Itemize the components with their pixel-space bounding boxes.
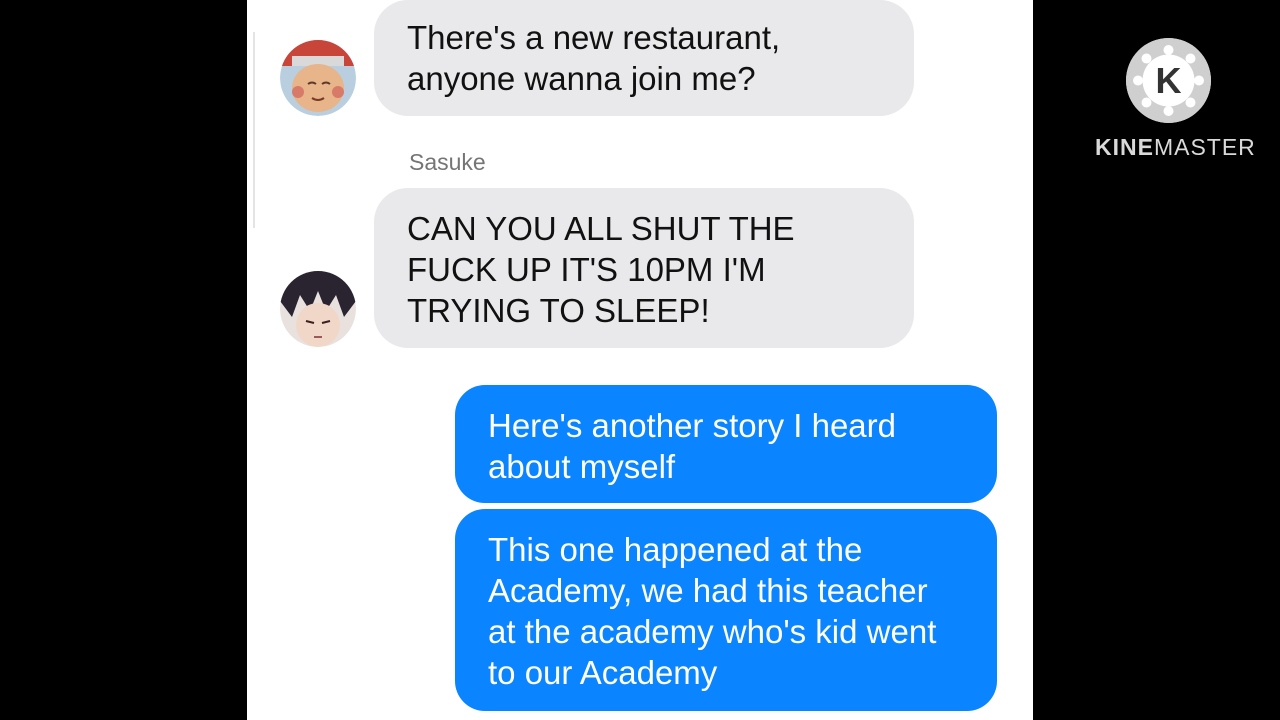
message-line: FUCK UP IT'S 10PM I'M [407, 251, 766, 288]
message-line: to our Academy [488, 654, 718, 691]
message-line: Here's another story I heard [488, 407, 897, 444]
watermark-text: KINEMASTER [1095, 134, 1256, 161]
watermark-brand-regular: MASTER [1153, 134, 1256, 160]
kinemaster-logo-icon: K [1126, 38, 1211, 123]
message-line: anyone wanna join me? [407, 60, 756, 97]
message-bubble-2[interactable]: CAN YOU ALL SHUT THE FUCK UP IT'S 10PM I… [374, 188, 914, 348]
avatar-sasuke[interactable] [280, 271, 356, 347]
watermark-brand-bold: KINE [1095, 134, 1154, 160]
message-line: CAN YOU ALL SHUT THE [407, 210, 795, 247]
choji-avatar-icon [280, 40, 356, 116]
message-bubble-3[interactable]: Here's another story I heard about mysel… [455, 385, 997, 503]
message-bubble-4[interactable]: This one happened at the Academy, we had… [455, 509, 997, 711]
sasuke-avatar-icon [280, 271, 356, 347]
message-line: This one happened at the [488, 531, 863, 568]
divider [253, 32, 255, 228]
message-line: at the academy who's kid went [488, 613, 937, 650]
message-line: Academy, we had this teacher [488, 572, 928, 609]
message-line: TRYING TO SLEEP! [407, 292, 710, 329]
message-bubble-1[interactable]: There's a new restaurant, anyone wanna j… [374, 0, 914, 116]
logo-letter: K [1156, 60, 1182, 101]
message-line: about myself [488, 448, 676, 485]
message-line: There's a new restaurant, [407, 19, 781, 56]
sender-name: Sasuke [409, 149, 486, 175]
avatar-choji[interactable] [280, 40, 356, 116]
